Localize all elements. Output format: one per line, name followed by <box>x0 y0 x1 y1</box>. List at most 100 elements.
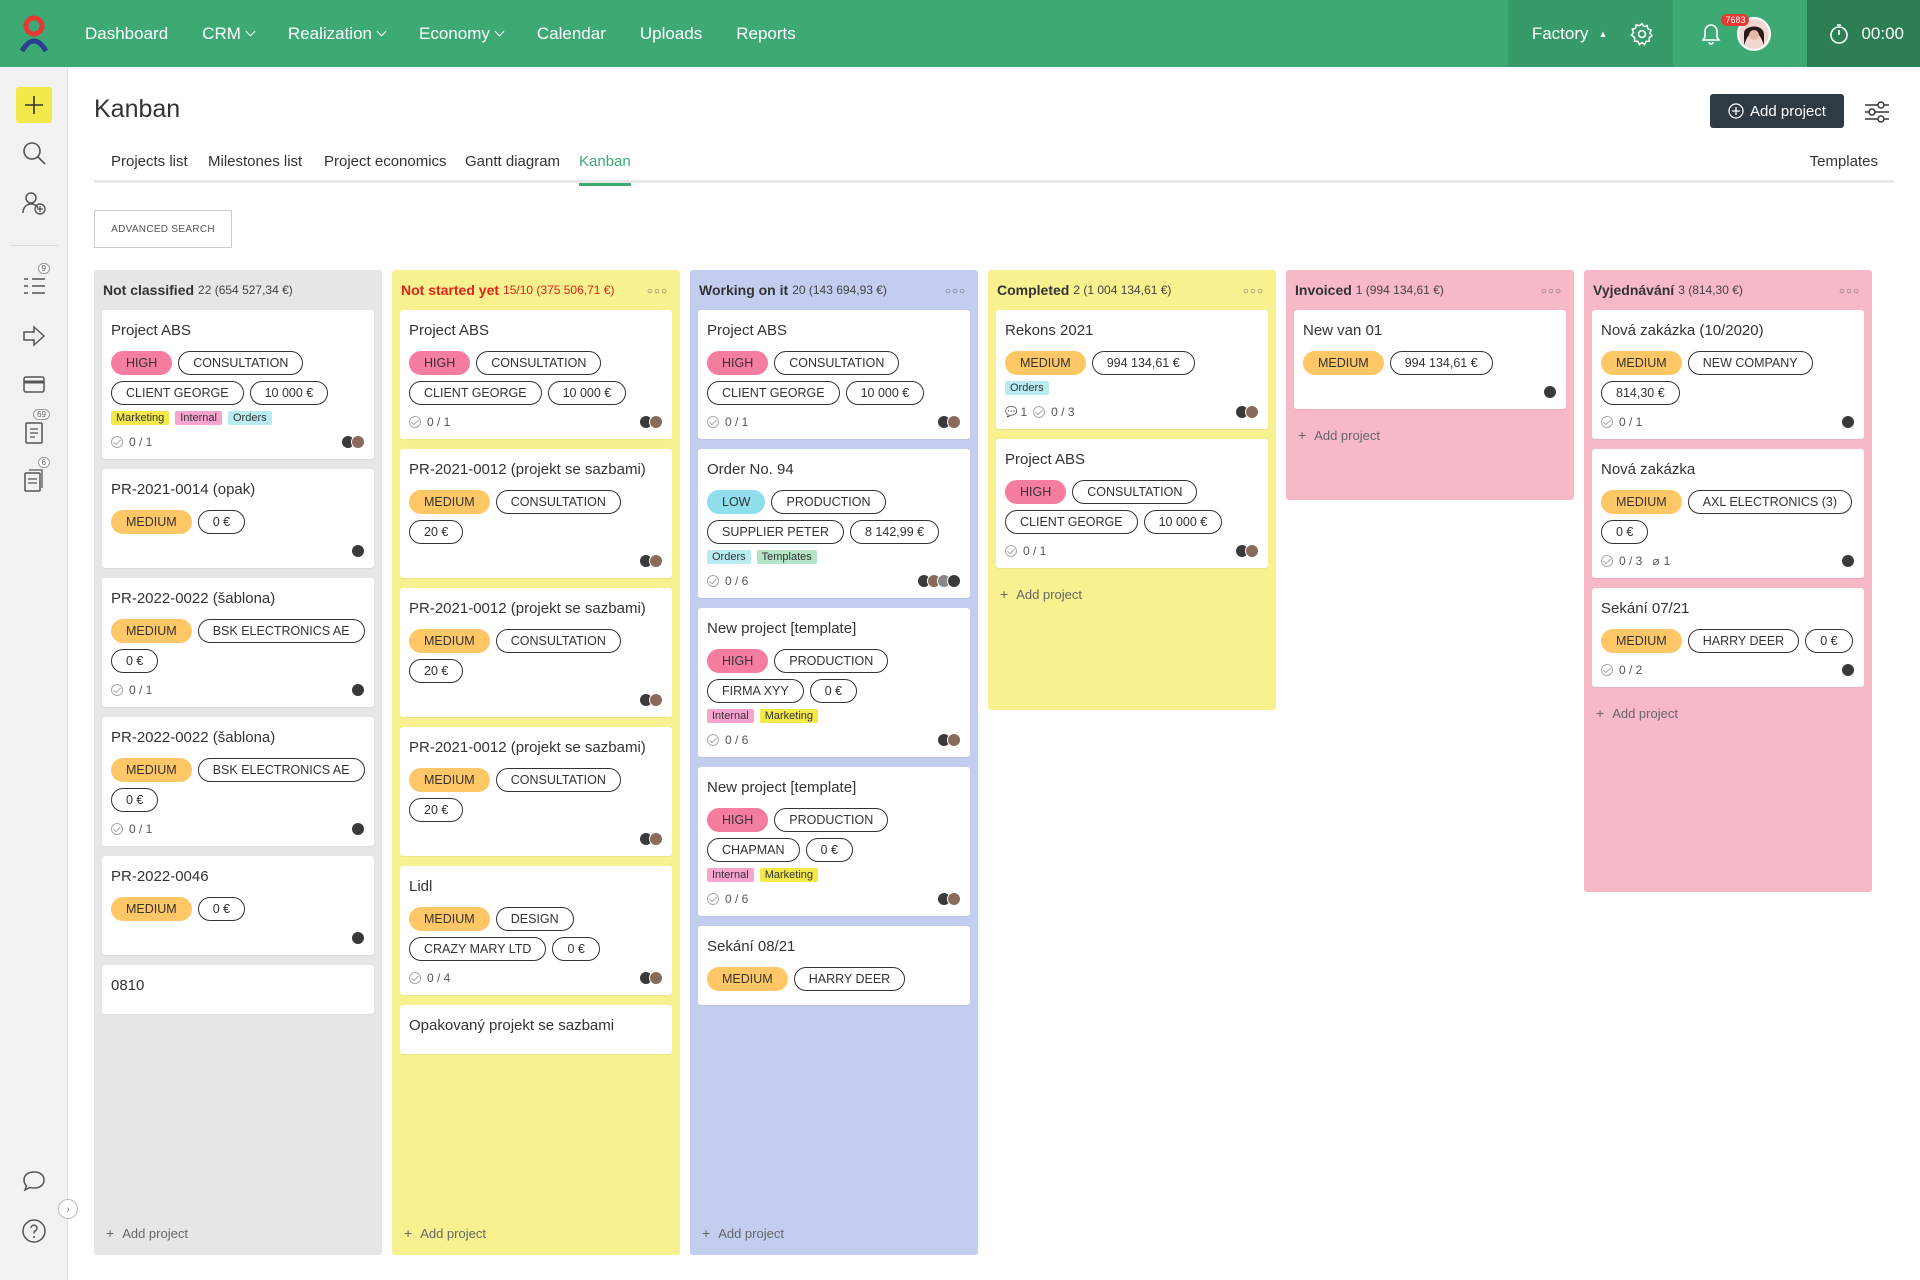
advanced-search-button[interactable]: ADVANCED SEARCH <box>94 210 232 248</box>
add-project-button[interactable]: Add project <box>1710 94 1844 128</box>
search-button[interactable] <box>16 135 52 171</box>
assignee-avatar[interactable] <box>649 554 663 568</box>
project-card[interactable]: PR-2021-0014 (opak) MEDIUM 0 € <box>102 469 374 568</box>
assignee-avatar[interactable] <box>1841 554 1855 568</box>
settings-gear-icon[interactable] <box>1629 21 1655 47</box>
nav-realization[interactable]: Realization <box>271 0 402 67</box>
add-project-link[interactable]: + Add project <box>102 1217 200 1255</box>
tab-kanban[interactable]: Kanban <box>579 147 631 186</box>
add-project-link[interactable]: + Add project <box>996 578 1268 616</box>
project-card[interactable]: Nová zakázka MEDIUM AXL ELECTRONICS (3) 0 €… <box>1592 449 1864 578</box>
assignee-avatar[interactable] <box>1245 405 1259 419</box>
notifications-bell-icon[interactable] <box>1699 21 1723 47</box>
label-marketing: Marketing <box>759 709 818 723</box>
assignee-avatar[interactable] <box>947 574 961 588</box>
sidebar-chat[interactable] <box>16 1163 52 1199</box>
column-header: Invoiced 1 (994 134,61 €) ○○○ <box>1294 270 1566 310</box>
project-card[interactable]: Sekání 08/21 MEDIUM HARRY DEER <box>698 926 970 1005</box>
assignee-avatar[interactable] <box>649 415 663 429</box>
sidebar-documents[interactable]: 69 <box>16 409 52 451</box>
nav-economy[interactable]: Economy <box>402 0 520 67</box>
card-labels: Orders Templates <box>707 550 961 564</box>
sidebar-files[interactable]: 6 <box>16 457 52 499</box>
column-menu-icon[interactable]: ○○○ <box>1541 286 1562 297</box>
project-card[interactable]: Rekons 2021 MEDIUM 994 134,61 € Orders 💬 1 0 /… <box>996 310 1268 429</box>
project-card[interactable]: Project ABS HIGH CONSULTATION CLIENT GEORGE… <box>996 439 1268 568</box>
nav-reports[interactable]: Reports <box>719 0 813 67</box>
column-summary: 2 (1 004 134,61 €) <box>1073 283 1172 297</box>
kanban-column: Not started yet 15/10 (375 506,71 €) ○○○ Pr… <box>392 270 680 1255</box>
tab-project-economics[interactable]: Project economics <box>324 147 447 183</box>
view-settings-button[interactable] <box>1862 97 1892 127</box>
add-project-link[interactable]: + Add project <box>1294 419 1566 457</box>
project-card[interactable]: New van 01 MEDIUM 994 134,61 € <box>1294 310 1566 409</box>
tab-milestones-list[interactable]: Milestones list <box>208 147 302 183</box>
project-card[interactable]: Order No. 94 LOW PRODUCTION SUPPLIER PETER 8… <box>698 449 970 598</box>
assignee-avatar[interactable] <box>1841 663 1855 677</box>
project-card[interactable]: PR-2021-0012 (projekt se sazbami) MEDIUM C… <box>400 449 672 578</box>
project-card[interactable]: New project [template] HIGH PRODUCTION CHAP… <box>698 767 970 916</box>
column-menu-icon[interactable]: ○○○ <box>647 286 668 297</box>
project-card[interactable]: 0810 <box>102 965 374 1014</box>
assignee-avatar[interactable] <box>649 693 663 707</box>
card-tags: MEDIUM CONSULTATION 20 € <box>409 768 663 822</box>
project-card[interactable]: PR-2022-0046 MEDIUM 0 € <box>102 856 374 955</box>
quick-add-button[interactable] <box>16 87 52 123</box>
task-check-icon <box>111 436 123 448</box>
column-menu-icon[interactable]: ○○○ <box>1243 286 1264 297</box>
assignee-avatar[interactable] <box>1841 415 1855 429</box>
app-logo[interactable] <box>0 0 68 67</box>
tag-pill: 994 134,61 € <box>1091 351 1195 375</box>
add-project-link[interactable]: + Add project <box>400 1217 498 1255</box>
assignee-avatar[interactable] <box>351 931 365 945</box>
tab-projects-list[interactable]: Projects list <box>111 147 188 183</box>
sidebar-share[interactable] <box>16 319 52 355</box>
project-card[interactable]: PR-2021-0012 (projekt se sazbami) MEDIUM C… <box>400 588 672 717</box>
project-card[interactable]: Opakovaný projekt se sazbami <box>400 1005 672 1054</box>
project-card[interactable]: Project ABS HIGH CONSULTATION CLIENT GEORGE… <box>102 310 374 459</box>
project-card[interactable]: Sekání 07/21 MEDIUM HARRY DEER 0 € 0 / 2 <box>1592 588 1864 687</box>
sidebar-tasks[interactable]: 9 <box>16 263 52 305</box>
project-card[interactable]: New project [template] HIGH PRODUCTION FIRM… <box>698 608 970 757</box>
assignee-avatar[interactable] <box>947 892 961 906</box>
project-card[interactable]: Project ABS HIGH CONSULTATION CLIENT GEORGE… <box>698 310 970 439</box>
sidebar-billing[interactable] <box>16 367 52 403</box>
assignee-avatar[interactable] <box>649 971 663 985</box>
assignee-avatar[interactable] <box>947 415 961 429</box>
assignee-avatar[interactable] <box>1245 544 1259 558</box>
card-tags: MEDIUM 0 € <box>111 897 365 921</box>
add-contact-button[interactable] <box>16 185 52 221</box>
tag-pill: HIGH <box>111 351 173 375</box>
project-card[interactable]: PR-2022-0022 (šablona) MEDIUM BSK ELECTRON… <box>102 717 374 846</box>
nav-calendar[interactable]: Calendar <box>520 0 623 67</box>
assignee-avatar[interactable] <box>351 683 365 697</box>
tag-pill: HIGH <box>1005 480 1067 504</box>
assignee-avatars <box>937 892 961 906</box>
tag-pill: MEDIUM <box>409 629 490 653</box>
project-card[interactable]: Lidl MEDIUM DESIGN CRAZY MARY LTD 0 € 0 / 4 <box>400 866 672 995</box>
templates-link[interactable]: Templates <box>1810 147 1878 183</box>
add-project-link[interactable]: + Add project <box>1592 697 1864 735</box>
tag-pill: 0 € <box>111 649 159 673</box>
project-card[interactable]: Project ABS HIGH CONSULTATION CLIENT GEORGE… <box>400 310 672 439</box>
project-card[interactable]: PR-2022-0022 (šablona) MEDIUM BSK ELECTRON… <box>102 578 374 707</box>
assignee-avatar[interactable] <box>1543 385 1557 399</box>
assignee-avatar[interactable] <box>947 733 961 747</box>
nav-crm[interactable]: CRM <box>185 0 271 67</box>
sidebar-expand-chevron-icon[interactable]: › <box>58 1199 78 1219</box>
assignee-avatar[interactable] <box>351 544 365 558</box>
tab-gantt-diagram[interactable]: Gantt diagram <box>465 147 560 183</box>
time-tracker[interactable]: 00:00 <box>1807 0 1920 67</box>
assignee-avatar[interactable] <box>351 822 365 836</box>
project-card[interactable]: PR-2021-0012 (projekt se sazbami) MEDIUM C… <box>400 727 672 856</box>
nav-dashboard[interactable]: Dashboard <box>68 0 185 67</box>
column-menu-icon[interactable]: ○○○ <box>1839 286 1860 297</box>
assignee-avatar[interactable] <box>649 832 663 846</box>
assignee-avatar[interactable] <box>351 435 365 449</box>
sidebar-help[interactable] <box>16 1213 52 1249</box>
nav-uploads[interactable]: Uploads <box>623 0 719 67</box>
column-menu-icon[interactable]: ○○○ <box>945 286 966 297</box>
workspace-selector[interactable]: Factory ▲ <box>1507 0 1674 67</box>
project-card[interactable]: Nová zakázka (10/2020) MEDIUM NEW COMPANY 8… <box>1592 310 1864 439</box>
add-project-link[interactable]: + Add project <box>698 1217 796 1255</box>
